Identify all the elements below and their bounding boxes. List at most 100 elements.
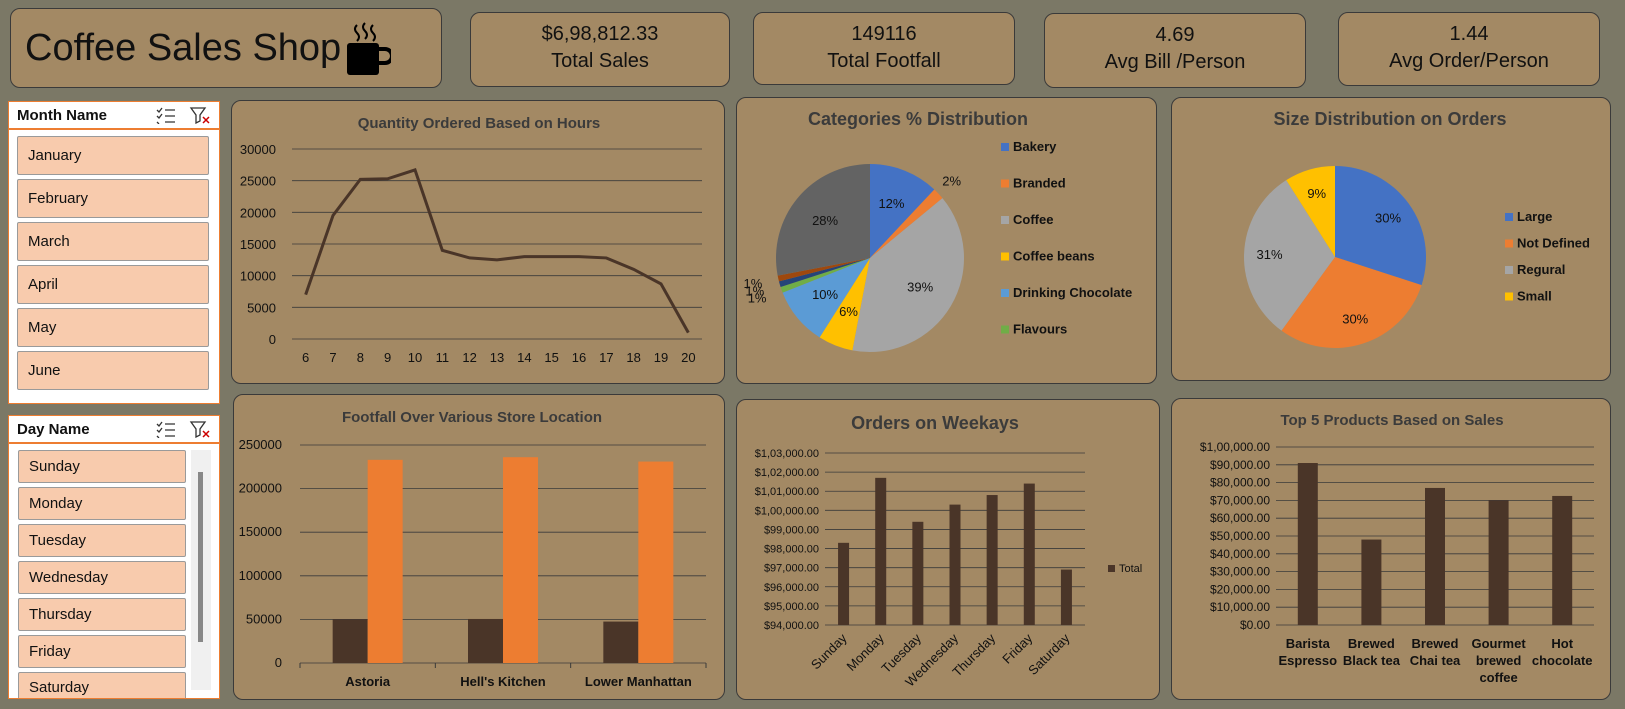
- month-item-april[interactable]: April: [17, 265, 209, 304]
- kpi-label: Total Sales: [551, 50, 649, 72]
- bar: [1297, 463, 1318, 625]
- day-item-friday[interactable]: Friday: [18, 635, 186, 668]
- y-tick-label: 100000: [239, 568, 282, 583]
- pie-slice-label: 31%: [1256, 247, 1282, 262]
- chart-title: Top 5 Products Based on Sales: [1280, 412, 1503, 429]
- y-tick-label: $1,01,000.00: [755, 486, 819, 498]
- x-tick-label: Barista: [1286, 636, 1331, 651]
- x-tick-label: Astoria: [345, 674, 391, 689]
- y-tick-label: 10000: [240, 269, 276, 284]
- kpi-value: 1.44: [1449, 23, 1489, 45]
- x-tick-label: 8: [357, 350, 364, 365]
- legend-label: Bakery: [1013, 139, 1057, 154]
- x-tick-label: 12: [462, 350, 476, 365]
- scrollbar-thumb[interactable]: [198, 472, 203, 642]
- chart-title: Footfall Over Various Store Location: [342, 409, 602, 426]
- kpi-avg-order: 1.44 Avg Order/Person: [1338, 12, 1600, 86]
- slicer-scrollbar[interactable]: [191, 450, 211, 690]
- day-item-thursday[interactable]: Thursday: [18, 598, 186, 631]
- x-tick-label: 11: [436, 350, 450, 365]
- sizes-chart-card: Size Distribution on Orders 30% 30% 31% 9% La…: [1171, 97, 1611, 381]
- clear-filter-icon[interactable]: [189, 106, 211, 124]
- month-item-may[interactable]: May: [17, 308, 209, 347]
- y-tick-label: 200000: [239, 481, 282, 496]
- title-card: Coffee Sales Shop: [10, 8, 442, 88]
- slicer-item-label: Thursday: [29, 606, 92, 623]
- month-slicer-header: Month Name: [9, 102, 219, 130]
- x-tick-label: 13: [490, 350, 504, 365]
- day-item-monday[interactable]: Monday: [18, 487, 186, 520]
- y-tick-label: 25000: [240, 174, 276, 189]
- bar: [603, 621, 639, 663]
- legend-swatch: [1505, 292, 1513, 301]
- legend-swatch: [1505, 266, 1513, 274]
- legend-label: Coffee beans: [1013, 249, 1095, 264]
- y-tick-label: $80,000.00: [1210, 476, 1270, 490]
- pie-slice-label: 9%: [1307, 186, 1326, 201]
- y-tick-label: $40,000.00: [1210, 547, 1270, 561]
- bar: [1023, 483, 1035, 625]
- x-tick-label: Brewed: [1348, 636, 1395, 651]
- month-item-january[interactable]: January: [17, 136, 209, 175]
- bar: [468, 618, 503, 663]
- legend-swatch: [1505, 239, 1513, 248]
- day-item-sunday[interactable]: Sunday: [18, 450, 186, 483]
- slicer-item-label: January: [28, 147, 82, 164]
- y-tick-label: 150000: [239, 524, 282, 539]
- y-tick-label: 20000: [240, 205, 276, 220]
- pie-slice-label: 30%: [1342, 311, 1368, 326]
- x-tick-label: Sunday: [808, 630, 850, 672]
- y-tick-label: 30000: [240, 142, 276, 157]
- bar: [503, 457, 538, 663]
- day-item-tuesday[interactable]: Tuesday: [18, 524, 186, 557]
- bar: [1488, 500, 1509, 625]
- y-tick-label: $20,000.00: [1210, 582, 1270, 596]
- x-tick-label: Espresso: [1279, 653, 1338, 668]
- y-tick-label: 0: [275, 655, 282, 670]
- multi-select-icon[interactable]: [155, 420, 177, 438]
- legend-label: Flavours: [1013, 322, 1067, 337]
- bar: [1425, 487, 1445, 625]
- legend-swatch: [1001, 143, 1009, 151]
- legend-label: Drinking Chocolate: [1013, 285, 1132, 300]
- clear-filter-icon[interactable]: [189, 420, 211, 438]
- kpi-value: 4.69: [1155, 24, 1195, 46]
- y-tick-label: $70,000.00: [1210, 493, 1270, 507]
- pie-slice-label: 2%: [942, 173, 961, 188]
- month-item-february[interactable]: February: [17, 179, 209, 218]
- x-tick-label: 15: [544, 350, 558, 365]
- slicer-item-label: Wednesday: [29, 569, 108, 586]
- y-tick-label: $1,00,000.00: [1200, 440, 1270, 454]
- x-tick-label: Hot: [1551, 636, 1573, 651]
- month-item-june[interactable]: June: [17, 351, 209, 390]
- categories-chart-card: Categories % Distribution 12% 2% 39% 6% 10% 1%…: [736, 97, 1157, 384]
- day-item-wednesday[interactable]: Wednesday: [18, 561, 186, 594]
- pie-slice-label: 28%: [812, 213, 838, 228]
- bar: [1361, 539, 1382, 625]
- day-item-saturday[interactable]: Saturday: [18, 672, 186, 698]
- y-tick-label: $10,000.00: [1210, 600, 1270, 614]
- weekdays-bar-chart: Orders on Weekays $1,03,000.00 $1,02,000.0…: [755, 413, 1142, 690]
- bar: [1060, 569, 1072, 625]
- footfall-chart-card: Footfall Over Various Store Location 2500…: [233, 394, 725, 700]
- y-tick-label: $95,000.00: [764, 601, 819, 613]
- legend-label: Small: [1517, 289, 1552, 304]
- multi-select-icon[interactable]: [155, 106, 177, 124]
- y-tick-label: $94,000.00: [764, 620, 819, 632]
- y-tick-label: 5000: [247, 300, 276, 315]
- bar: [875, 477, 887, 625]
- pie-slice-label: 10%: [812, 287, 838, 302]
- pie-slice-label: 39%: [907, 280, 933, 295]
- x-tick-label: chocolate: [1532, 653, 1593, 668]
- pie-slice-label: 6%: [839, 304, 858, 319]
- x-tick-label: Saturday: [1025, 630, 1073, 678]
- y-tick-label: $99,000.00: [764, 524, 819, 536]
- bar: [838, 542, 850, 625]
- weekdays-chart-card: Orders on Weekays $1,03,000.00 $1,02,000.0…: [736, 399, 1160, 700]
- legend-swatch: [1001, 179, 1009, 188]
- pie-slice-label: 12%: [878, 196, 904, 211]
- month-item-march[interactable]: March: [17, 222, 209, 261]
- x-tick-label: 17: [599, 350, 613, 365]
- kpi-total-footfall: 149116 Total Footfall: [753, 12, 1015, 85]
- y-tick-label: $1,02,000.00: [755, 467, 819, 479]
